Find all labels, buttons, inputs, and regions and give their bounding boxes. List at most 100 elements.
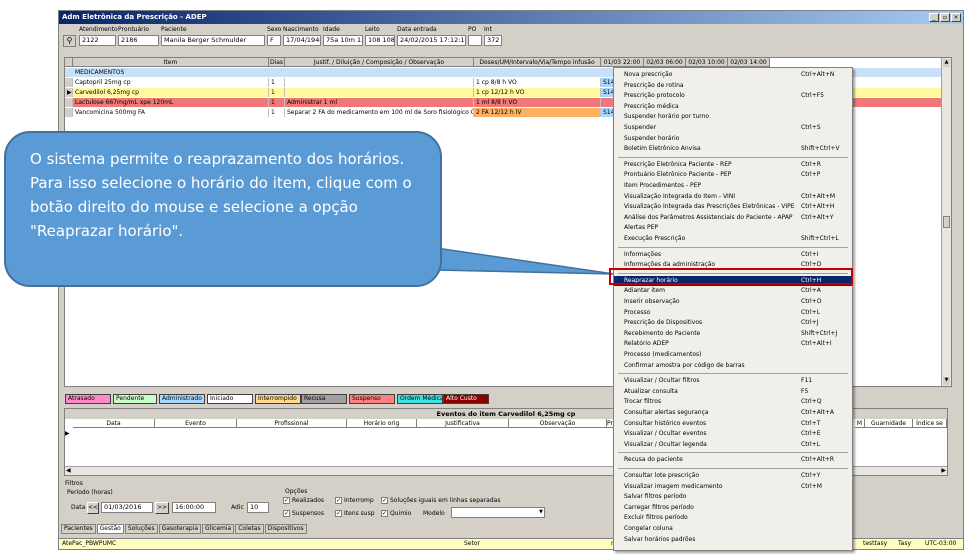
menu-item[interactable]: Carregar filtros período [614, 503, 852, 514]
maximize-button[interactable]: ▫ [940, 13, 950, 22]
checkbox-realizados[interactable]: ✓ [283, 497, 290, 504]
table-cell[interactable]: Carvedilol 6,25mg cp [73, 88, 269, 97]
po-field[interactable] [468, 35, 482, 46]
menu-item[interactable]: Prescrição médica [614, 102, 852, 113]
option-solucoes[interactable]: ✓ Soluções iguais em linhas separadas [381, 497, 500, 504]
date-field[interactable]: 01/03/2016 [101, 502, 153, 513]
prontuario-field[interactable]: 2186 [118, 35, 159, 46]
int-field[interactable]: 372 [484, 35, 502, 46]
bottom-tab[interactable]: Dispositivos [264, 524, 307, 534]
bottom-tab[interactable]: Glicemia [202, 524, 235, 534]
table-cell[interactable] [285, 88, 474, 97]
grid-header-time-3[interactable]: 02/03 10:00 [686, 58, 728, 67]
menu-item[interactable]: Suspender horário [614, 134, 852, 145]
events-column-header[interactable]: Horário orig [347, 419, 417, 428]
menu-item[interactable]: Prescrição Eletrônica Paciente - REP Ctrl… [614, 160, 852, 171]
menu-item[interactable]: Salvar filtros período [614, 492, 852, 503]
events-column-header[interactable]: Observação [509, 419, 607, 428]
events-column-header[interactable]: Justificativa [417, 419, 509, 428]
table-cell[interactable]: Captopril 25mg cp [73, 78, 269, 87]
menu-item[interactable]: Visualizar imagem medicamento Ctrl+M [614, 482, 852, 493]
table-cell[interactable]: 2 FA 12/12 h IV [474, 108, 601, 117]
minimize-button[interactable]: _ [929, 13, 939, 22]
menu-item[interactable]: Visualização Integrada das Prescrições E… [614, 202, 852, 213]
modelo-select[interactable]: ▼ [451, 507, 545, 518]
scroll-down-icon[interactable]: ▼ [943, 377, 950, 385]
menu-item[interactable]: Alertas PEP [614, 223, 852, 234]
option-itens-susp[interactable]: ✓ Itens susp [335, 510, 375, 517]
grid-header-dose[interactable]: Doses/UM/Intervalo/Via/Tempo infusão [474, 58, 601, 67]
menu-item[interactable]: Prescrição de Dispositivos Ctrl+J [614, 318, 852, 329]
grid-header-time-4[interactable]: 02/03 14:00 [728, 58, 770, 67]
menu-item[interactable]: Congelar coluna [614, 524, 852, 535]
table-cell[interactable]: Lactulose 667mg/mL xpe 120mL [73, 98, 269, 107]
menu-item[interactable]: Visualizar / Ocultar filtros F11 [614, 376, 852, 387]
events-column-header[interactable]: Evento [155, 419, 237, 428]
time-field[interactable]: 16:00:00 [172, 502, 216, 513]
menu-item[interactable]: Atualizar consulta F5 [614, 387, 852, 398]
option-interromp[interactable]: ✓ Interromp [335, 497, 374, 504]
menu-item[interactable]: Excluir filtros período [614, 513, 852, 524]
menu-item[interactable]: Confirmar amostra por código de barras [614, 361, 852, 372]
events-column-header[interactable]: Data [73, 419, 155, 428]
menu-item[interactable]: Salvar horários padrões [614, 535, 852, 546]
events-column-header[interactable]: Índice se [913, 419, 947, 428]
events-column-header[interactable]: Profissional [237, 419, 347, 428]
menu-item[interactable]: Trocar filtros Ctrl+Q [614, 397, 852, 408]
menu-item[interactable]: Informações Ctrl+I [614, 250, 852, 261]
grid-header-time-2[interactable]: 02/03 06:00 [644, 58, 686, 67]
option-suspensos[interactable]: ✓ Suspensos [283, 510, 324, 517]
checkbox-suspensos[interactable]: ✓ [283, 510, 290, 517]
menu-item[interactable]: Item Procedimentos - PEP [614, 181, 852, 192]
table-cell[interactable]: 1 [269, 98, 285, 107]
menu-item[interactable]: Suspender horário por turno [614, 112, 852, 123]
menu-item[interactable]: Boletim Eletrônico Anvisa Shift+Ctrl+V [614, 144, 852, 155]
menu-item[interactable]: Consultar histórico eventos Ctrl+T [614, 419, 852, 430]
checkbox-solucoes[interactable]: ✓ [381, 497, 388, 504]
menu-item[interactable]: Processo Ctrl+L [614, 308, 852, 319]
checkbox-itens-susp[interactable]: ✓ [335, 510, 342, 517]
paciente-field[interactable]: Manila Berger Schmulder [161, 35, 265, 46]
leito-field[interactable]: 108 108 [365, 35, 395, 46]
menu-item[interactable]: Relatório ADEP Ctrl+Alt+I [614, 339, 852, 350]
scroll-left-icon[interactable]: ◀ [66, 467, 71, 474]
grid-header-obs[interactable]: Justif. / Diluição / Composição / Observ… [285, 58, 474, 67]
sexo-field[interactable]: F [267, 35, 281, 46]
menu-item[interactable]: Prescrição protocolo Ctrl+F5 [614, 91, 852, 102]
grid-header-item[interactable]: Item [73, 58, 269, 67]
table-cell[interactable]: Administrar 1 ml [285, 98, 474, 107]
menu-item[interactable]: Nova prescrição Ctrl+Alt+N [614, 70, 852, 81]
date-prev-button[interactable]: << [87, 502, 99, 514]
scroll-right-icon[interactable]: ▶ [941, 467, 946, 474]
table-cell[interactable]: 1 cp 12/12 h VO [474, 88, 601, 97]
menu-item[interactable]: Prescrição de rotina [614, 81, 852, 92]
events-column-header[interactable]: M [855, 419, 865, 428]
table-cell[interactable] [285, 78, 474, 87]
data-entrada-field[interactable]: 24/02/2015 17:12:14 [397, 35, 466, 46]
menu-item[interactable]: Análise dos Parâmetros Assistenciais do … [614, 213, 852, 224]
menu-item[interactable]: Recebimento do Paciente Shift+Ctrl+J [614, 329, 852, 340]
grid-vscroll[interactable]: ▲ ▼ [941, 58, 951, 386]
option-quimio[interactable]: ✓ Quimio [381, 510, 411, 517]
menu-item[interactable]: Recusa do paciente Ctrl+Alt+R [614, 455, 852, 466]
scroll-up-icon[interactable]: ▲ [943, 59, 950, 67]
bottom-tab[interactable]: Soluções [124, 524, 158, 534]
table-cell[interactable]: 1 cp 8/8 h VO [474, 78, 601, 87]
bottom-tab[interactable]: Gasoterapia [158, 524, 202, 534]
menu-item[interactable]: Visualizar / Ocultar eventos Ctrl+E [614, 429, 852, 440]
bottom-tab[interactable]: Pacientes [61, 524, 96, 534]
checkbox-interromp[interactable]: ✓ [335, 497, 342, 504]
table-cell[interactable]: 1 [269, 108, 285, 117]
option-realizados[interactable]: ✓ Realizados [283, 497, 324, 504]
menu-item[interactable]: Inserir observação Ctrl+O [614, 297, 852, 308]
bottom-tab[interactable]: Coletas [235, 524, 264, 534]
menu-item[interactable]: Consultar alertas segurança Ctrl+Alt+A [614, 408, 852, 419]
menu-item[interactable]: Visualização Integrada do Item - VINI Ctr… [614, 192, 852, 203]
scroll-thumb[interactable] [943, 216, 950, 228]
menu-item[interactable]: Execução Prescrição Shift+Ctrl+L [614, 234, 852, 245]
menu-item[interactable]: Suspender Ctrl+S [614, 123, 852, 134]
table-cell[interactable]: 1 [269, 78, 285, 87]
table-cell[interactable]: Separar 2 FA do medicamento em 100 ml de… [285, 108, 474, 117]
table-cell[interactable]: Vancomicina 500mg FA [73, 108, 269, 117]
menu-item[interactable]: Visualizar / Ocultar legenda Ctrl+L [614, 440, 852, 451]
